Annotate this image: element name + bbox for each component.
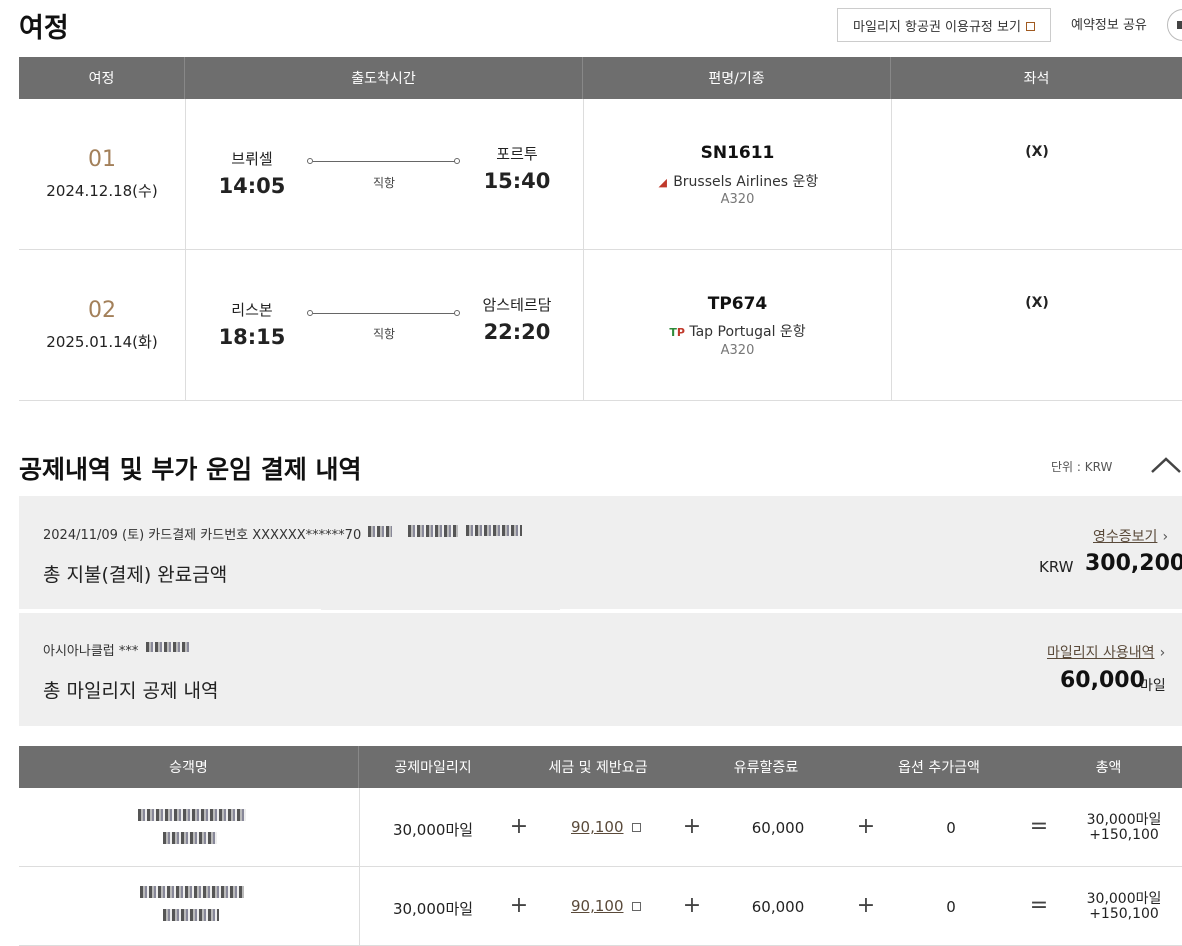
option-amount: 0 bbox=[946, 819, 956, 837]
header-seat: 좌석 bbox=[1023, 71, 1050, 87]
operating-carrier-label: Tap Portugal 운항 bbox=[689, 324, 806, 340]
flight-number: TP674 bbox=[707, 294, 768, 314]
flight-number: SN1611 bbox=[700, 143, 775, 163]
redacted-passenger-name bbox=[140, 886, 244, 898]
aircraft-type: A320 bbox=[720, 192, 755, 207]
total-amount: +150,100 bbox=[1089, 827, 1159, 843]
deducted-miles: 30,000마일 bbox=[392, 821, 474, 839]
arrival-city: 암스테르담 bbox=[482, 296, 552, 314]
payment-section-title: 공제내역 및 부가 운임 결제 내역 bbox=[19, 455, 362, 484]
header-option-amount: 옵션 추가금액 bbox=[898, 760, 980, 776]
external-window-icon bbox=[1025, 21, 1035, 31]
mileage-rules-button[interactable]: 마일리지 항공권 이용규정 보기 bbox=[837, 8, 1051, 42]
plus-sign: + bbox=[682, 893, 702, 918]
taxes-amount: 90,100 bbox=[571, 818, 624, 836]
segment-number: 02 bbox=[88, 298, 116, 323]
departure-time: 14:05 bbox=[218, 174, 286, 198]
header-times: 출도착시간 bbox=[185, 57, 583, 99]
option-amount: 0 bbox=[946, 898, 956, 916]
arrival-time: 15:40 bbox=[483, 169, 551, 193]
payment-amount: 300,200 bbox=[1085, 551, 1182, 576]
club-member-meta: 아시아나클럽 *** bbox=[43, 644, 139, 659]
redacted-passenger-name bbox=[163, 832, 217, 844]
plus-sign: + bbox=[856, 814, 876, 839]
departure-city: 브뤼셀 bbox=[231, 150, 273, 168]
redacted-info bbox=[146, 642, 190, 652]
seat-value: (X) bbox=[1025, 144, 1049, 160]
arrival-time: 22:20 bbox=[483, 320, 551, 344]
receipt-link-label: 영수증보기 bbox=[1093, 529, 1158, 545]
mileage-history-link-label: 마일리지 사용내역 bbox=[1047, 645, 1155, 661]
plus-sign: + bbox=[509, 893, 529, 918]
total-miles: 30,000마일 bbox=[1086, 891, 1162, 907]
card-payment-panel bbox=[19, 496, 1182, 610]
total-miles: 30,000마일 bbox=[1086, 812, 1162, 828]
taxes-amount: 90,100 bbox=[571, 897, 624, 915]
departure-city: 리스본 bbox=[231, 301, 273, 319]
redacted-passenger-name bbox=[163, 909, 219, 921]
redacted-passenger-name bbox=[138, 809, 246, 821]
route-line bbox=[313, 161, 455, 162]
header-taxes: 세금 및 제반요금 bbox=[548, 760, 648, 776]
chevron-right-icon: › bbox=[1159, 645, 1166, 661]
segment-date: 2025.01.14(화) bbox=[46, 333, 158, 351]
route-line bbox=[313, 313, 455, 314]
redacted-info bbox=[408, 525, 458, 537]
redacted-info bbox=[466, 525, 522, 536]
taxes-link[interactable]: 90,100 bbox=[571, 818, 642, 836]
popup-window-icon bbox=[632, 823, 642, 832]
header-total: 총액 bbox=[1095, 760, 1122, 776]
plus-sign: + bbox=[682, 814, 702, 839]
currency-unit-label: 단위 : KRW bbox=[1051, 460, 1113, 474]
collapse-chevron-up-icon[interactable] bbox=[1151, 456, 1181, 474]
payment-currency: KRW bbox=[1039, 558, 1074, 576]
itinerary-title: 여정 bbox=[19, 13, 69, 44]
mileage-history-link[interactable]: 마일리지 사용내역 › bbox=[1047, 642, 1165, 662]
operating-carrier: ◢ Brussels Airlines 운항 bbox=[584, 171, 891, 191]
header-segment: 여정 bbox=[19, 57, 185, 99]
taxes-link[interactable]: 90,100 bbox=[571, 897, 642, 915]
receipt-link[interactable]: 영수증보기 › bbox=[1093, 526, 1168, 546]
total-amount: +150,100 bbox=[1089, 906, 1159, 922]
seat-value: (X) bbox=[1025, 295, 1049, 311]
fuel-surcharge: 60,000 bbox=[751, 898, 805, 916]
mileage-deduction-panel bbox=[19, 613, 1182, 726]
plus-sign: + bbox=[509, 814, 529, 839]
share-booking-label[interactable]: 예약정보 공유 bbox=[1071, 14, 1147, 33]
plus-sign: + bbox=[856, 893, 876, 918]
share-icon[interactable] bbox=[1167, 9, 1182, 41]
mileage-amount: 60,000 bbox=[1060, 668, 1145, 693]
deducted-miles: 30,000마일 bbox=[392, 900, 474, 918]
arrival-city: 포르투 bbox=[496, 145, 538, 163]
departure-time: 18:15 bbox=[218, 325, 286, 349]
header-deducted-miles: 공제마일리지 bbox=[394, 760, 472, 776]
equals-sign: = bbox=[1029, 814, 1049, 839]
total-paid-label: 총 지불(결제) 완료금액 bbox=[43, 564, 228, 586]
header-flight: 편명/기종 bbox=[583, 57, 891, 99]
direct-flight-label: 직항 bbox=[372, 176, 396, 190]
tap-portugal-logo-icon: TP bbox=[669, 326, 685, 339]
operating-carrier: TP Tap Portugal 운항 bbox=[584, 321, 891, 341]
popup-window-icon bbox=[632, 902, 642, 911]
redacted-info bbox=[368, 526, 392, 537]
direct-flight-label: 직항 bbox=[372, 327, 396, 341]
fuel-surcharge: 60,000 bbox=[751, 819, 805, 837]
aircraft-type: A320 bbox=[720, 343, 755, 358]
brussels-airlines-logo-icon: ◢ bbox=[658, 176, 667, 189]
mileage-unit: 마일 bbox=[1140, 678, 1166, 694]
chevron-right-icon: › bbox=[1162, 529, 1169, 545]
passenger-table-header: 승객명 공제마일리지 세금 및 제반요금 유류할증료 옵션 추가금액 총액 bbox=[19, 746, 1182, 788]
segment-number: 01 bbox=[88, 147, 116, 172]
total-mileage-label: 총 마일리지 공제 내역 bbox=[43, 680, 219, 702]
header-passenger-name: 승객명 bbox=[19, 746, 359, 788]
itinerary-table-header: 여정 출도착시간 편명/기종 좌석 bbox=[19, 57, 1182, 99]
equals-sign: = bbox=[1029, 893, 1049, 918]
segment-date: 2024.12.18(수) bbox=[46, 182, 158, 200]
payment-meta: 2024/11/09 (토) 카드결제 카드번호 XXXXXX******70 bbox=[43, 528, 362, 543]
route-end-dot bbox=[454, 310, 460, 316]
header-fuel-surcharge: 유류할증료 bbox=[733, 760, 799, 776]
operating-carrier-label: Brussels Airlines 운항 bbox=[673, 174, 819, 190]
mileage-rules-label: 마일리지 항공권 이용규정 보기 bbox=[853, 19, 1021, 35]
route-end-dot bbox=[454, 158, 460, 164]
